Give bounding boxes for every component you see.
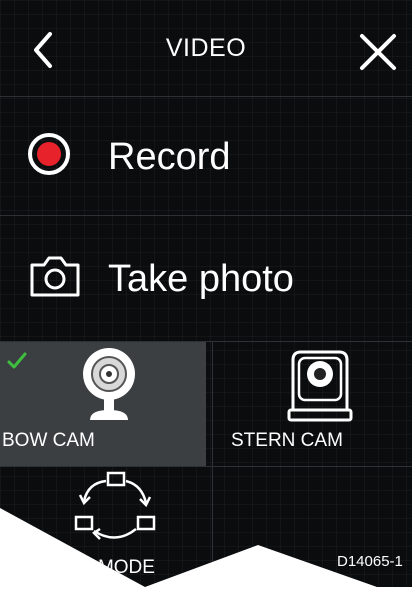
- record-menu-item[interactable]: Record: [0, 97, 412, 216]
- close-icon: [360, 34, 396, 70]
- record-label: Record: [108, 136, 231, 178]
- tile-divider-vertical: [212, 342, 213, 587]
- stern-camera-icon: [287, 350, 353, 422]
- record-dot: [37, 142, 61, 166]
- video-menu-panel: VIDEO Record Take photo BOW CAM STERN CA…: [0, 0, 412, 587]
- bow-cam-label: BOW CAM: [2, 430, 95, 451]
- record-icon: [28, 133, 70, 175]
- cycle-mode-tile[interactable]: E MODE: [0, 467, 206, 587]
- bow-cam-tile[interactable]: BOW CAM: [0, 342, 206, 466]
- take-photo-label: Take photo: [108, 258, 294, 300]
- bow-camera-icon: [83, 348, 135, 420]
- stern-cam-tile[interactable]: STERN CAM: [213, 342, 412, 466]
- header-bar: VIDEO: [0, 0, 412, 97]
- check-icon: [7, 352, 27, 369]
- tile-divider-horizontal: [0, 466, 412, 467]
- camera-icon: [30, 256, 80, 297]
- stern-cam-label: STERN CAM: [231, 430, 343, 451]
- back-button[interactable]: [24, 28, 68, 72]
- cycle-icon: [74, 471, 156, 540]
- chevron-left-icon: [34, 32, 52, 68]
- figure-code: D14065-1: [337, 553, 403, 570]
- close-button[interactable]: [356, 30, 400, 74]
- take-photo-menu-item[interactable]: Take photo: [0, 216, 412, 342]
- cycle-mode-label: E MODE: [80, 557, 155, 578]
